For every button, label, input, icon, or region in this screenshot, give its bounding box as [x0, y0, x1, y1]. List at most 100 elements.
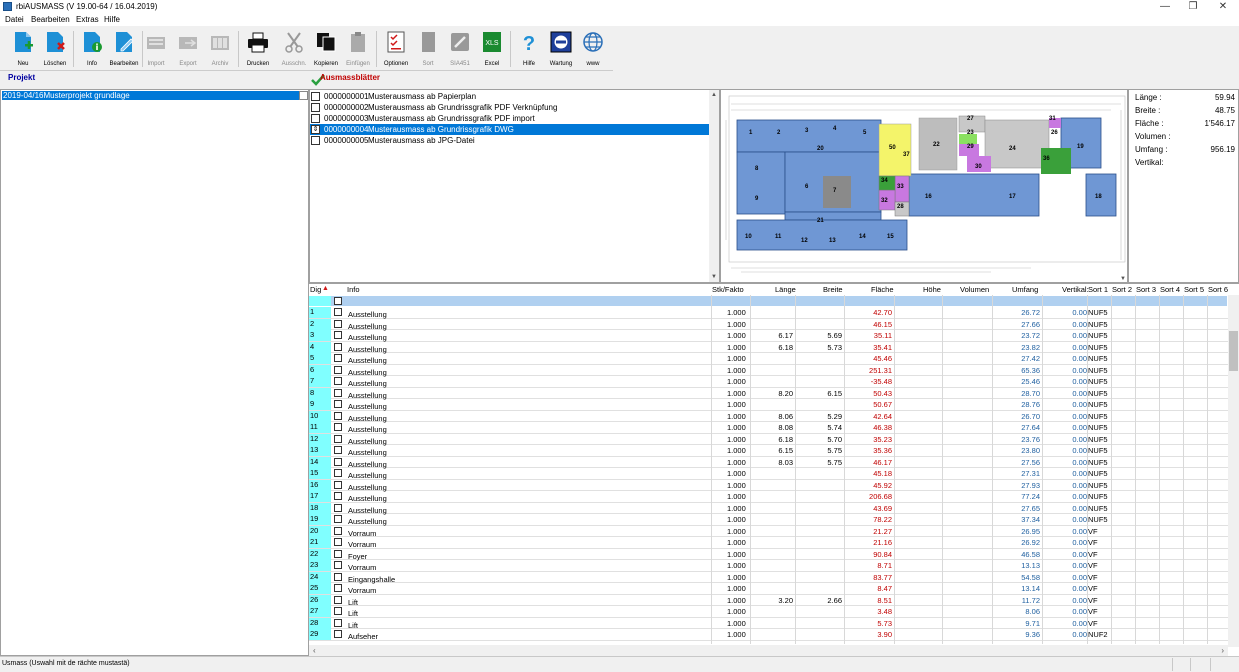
table-row[interactable]: 7 Ausstellung 1.000 -35.48 25.46 0.00 NUF5 — [309, 376, 1229, 388]
cell-vertikal[interactable]: 0.00 — [1072, 366, 1087, 375]
row-checkbox[interactable] — [334, 423, 342, 431]
row-checkbox[interactable] — [334, 308, 342, 316]
cell-umfang[interactable]: 26.95 — [1021, 527, 1040, 536]
cell-stk[interactable]: 1.000 — [727, 596, 746, 605]
col-sort3[interactable]: Sort 3 — [1136, 285, 1156, 294]
cell-stk[interactable]: 1.000 — [727, 469, 746, 478]
cell-laenge[interactable]: 6.18 — [778, 435, 793, 444]
cell-stk[interactable]: 1.000 — [727, 630, 746, 639]
delete-button[interactable]: Löschen — [39, 29, 71, 69]
close-button[interactable]: ✕ — [1208, 0, 1238, 14]
row-checkbox[interactable] — [334, 377, 342, 385]
cell-flaeche[interactable]: 42.64 — [873, 412, 892, 421]
table-row[interactable]: 25 Vorraum 1.000 8.47 13.14 0.00 VF — [309, 583, 1229, 595]
menu-bearbeiten[interactable]: Bearbeiten — [31, 15, 70, 24]
table-row[interactable]: 17 Ausstellung 1.000 206.68 77.24 0.00 NUF5 — [309, 491, 1229, 503]
table-row[interactable]: 12 Ausstellung 1.000 6.18 5.70 35.23 23.76 0.00… — [309, 433, 1229, 446]
row-checkbox[interactable] — [334, 538, 342, 546]
cell-flaeche[interactable]: 45.18 — [873, 469, 892, 478]
maintenance-button[interactable]: Wartung — [545, 29, 577, 69]
cell-laenge[interactable]: 6.17 — [778, 331, 793, 340]
cell-umfang[interactable]: 27.42 — [1021, 354, 1040, 363]
cell-stk[interactable]: 1.000 — [727, 550, 746, 559]
cell-flaeche[interactable]: 35.41 — [873, 343, 892, 352]
info-button[interactable]: Info — [76, 29, 108, 69]
cell-flaeche[interactable]: 3.48 — [877, 607, 892, 616]
sheet-checkbox[interactable] — [311, 92, 320, 101]
sheet-checkbox[interactable] — [311, 103, 320, 112]
cell-umfang[interactable]: 8.06 — [1025, 607, 1040, 616]
cell-umfang[interactable]: 46.58 — [1021, 550, 1040, 559]
row-checkbox[interactable] — [334, 492, 342, 500]
cell-stk[interactable]: 1.000 — [727, 515, 746, 524]
cell-laenge[interactable]: 8.20 — [778, 389, 793, 398]
table-row[interactable]: 5 Ausstellung 1.000 45.46 27.42 0.00 NUF5 — [309, 353, 1229, 365]
cell-umfang[interactable]: 27.65 — [1021, 504, 1040, 513]
cell-sort1[interactable]: NUF5 — [1088, 435, 1108, 444]
row-checkbox[interactable] — [334, 457, 342, 466]
cell-stk[interactable]: 1.000 — [727, 377, 746, 386]
cell-sort1[interactable]: NUF5 — [1088, 423, 1108, 432]
cell-laenge[interactable]: 8.03 — [778, 458, 793, 467]
cell-sort1[interactable]: VF — [1088, 584, 1098, 593]
cell-sort1[interactable]: NUF5 — [1088, 481, 1108, 490]
col-volumen[interactable]: Volumen — [960, 285, 989, 294]
cell-flaeche[interactable]: 78.22 — [873, 515, 892, 524]
cell-flaeche[interactable]: 50.67 — [873, 400, 892, 409]
scroll-right-icon[interactable]: › — [1221, 646, 1224, 655]
cell-vertikal[interactable]: 0.00 — [1072, 320, 1087, 329]
row-checkbox[interactable] — [334, 388, 342, 397]
table-row[interactable]: 14 Ausstellung 1.000 8.03 5.75 46.17 27.56 0.00… — [309, 456, 1229, 469]
cell-sort1[interactable]: NUF5 — [1088, 412, 1108, 421]
cell-umfang[interactable]: 9.36 — [1025, 630, 1040, 639]
cell-stk[interactable]: 1.000 — [727, 619, 746, 628]
cell-flaeche[interactable]: 5.73 — [877, 619, 892, 628]
cell-stk[interactable]: 1.000 — [727, 389, 746, 398]
sheet-checkbox[interactable] — [311, 136, 320, 145]
cell-flaeche[interactable]: 8.51 — [877, 596, 892, 605]
row-checkbox[interactable] — [334, 526, 342, 535]
col-stk[interactable]: Stk/Fakto — [712, 285, 744, 294]
cell-flaeche[interactable]: 42.70 — [873, 308, 892, 317]
cell-flaeche[interactable]: 35.11 — [874, 331, 892, 340]
cell-breite[interactable]: 6.15 — [827, 389, 842, 398]
table-row[interactable]: 21 Vorraum 1.000 21.16 26.92 0.00 VF — [309, 537, 1229, 549]
sort-desc-icon[interactable]: ▲ — [322, 285, 329, 292]
cell-vertikal[interactable]: 0.00 — [1072, 584, 1087, 593]
cell-flaeche[interactable]: 21.16 — [873, 538, 892, 547]
grid-new-row[interactable] — [309, 296, 1227, 306]
cell-stk[interactable]: 1.000 — [727, 607, 746, 616]
col-info[interactable]: Info — [347, 285, 360, 294]
cell-stk[interactable]: 1.000 — [727, 435, 746, 444]
row-checkbox[interactable] — [334, 434, 342, 443]
row-checkbox[interactable] — [334, 618, 342, 627]
cell-flaeche[interactable]: 3.90 — [877, 630, 892, 639]
sheet-item[interactable]: 0000000003 Musterausmass ab Grundrissgraf… — [310, 113, 709, 124]
cell-sort1[interactable]: NUF5 — [1088, 343, 1108, 352]
cell-laenge[interactable]: 3.20 — [778, 596, 793, 605]
cell-umfang[interactable]: 13.13 — [1021, 561, 1040, 570]
cell-sort1[interactable]: VF — [1088, 550, 1098, 559]
export-button[interactable]: Export — [172, 29, 204, 69]
cell-breite[interactable]: 5.73 — [827, 343, 842, 352]
cell-info[interactable]: Aufseher — [348, 632, 378, 641]
cell-sort1[interactable]: VF — [1088, 596, 1098, 605]
cell-stk[interactable]: 1.000 — [727, 331, 746, 340]
cell-stk[interactable]: 1.000 — [727, 481, 746, 490]
cell-vertikal[interactable]: 0.00 — [1072, 412, 1087, 421]
archive-button[interactable]: Archiv — [204, 29, 236, 69]
row-checkbox[interactable] — [334, 549, 342, 558]
cell-stk[interactable]: 1.000 — [727, 584, 746, 593]
cell-sort1[interactable]: NUF5 — [1088, 389, 1108, 398]
row-checkbox[interactable] — [334, 630, 342, 638]
row-checkbox[interactable] — [334, 319, 342, 328]
table-row[interactable]: 8 Ausstellung 1.000 8.20 6.15 50.43 28.70 0.00 N… — [309, 387, 1229, 400]
cell-vertikal[interactable]: 0.00 — [1072, 550, 1087, 559]
sheet-item[interactable]: 0000000002 Musterausmass ab Grundrissgraf… — [310, 102, 709, 113]
row-checkbox[interactable] — [334, 400, 342, 408]
cell-vertikal[interactable]: 0.00 — [1072, 389, 1087, 398]
table-row[interactable]: 22 Foyer 1.000 90.84 46.58 0.00 VF — [309, 548, 1229, 561]
cell-sort1[interactable]: NUF5 — [1088, 458, 1108, 467]
cell-stk[interactable]: 1.000 — [727, 573, 746, 582]
options-button[interactable]: Optionen — [380, 29, 412, 69]
